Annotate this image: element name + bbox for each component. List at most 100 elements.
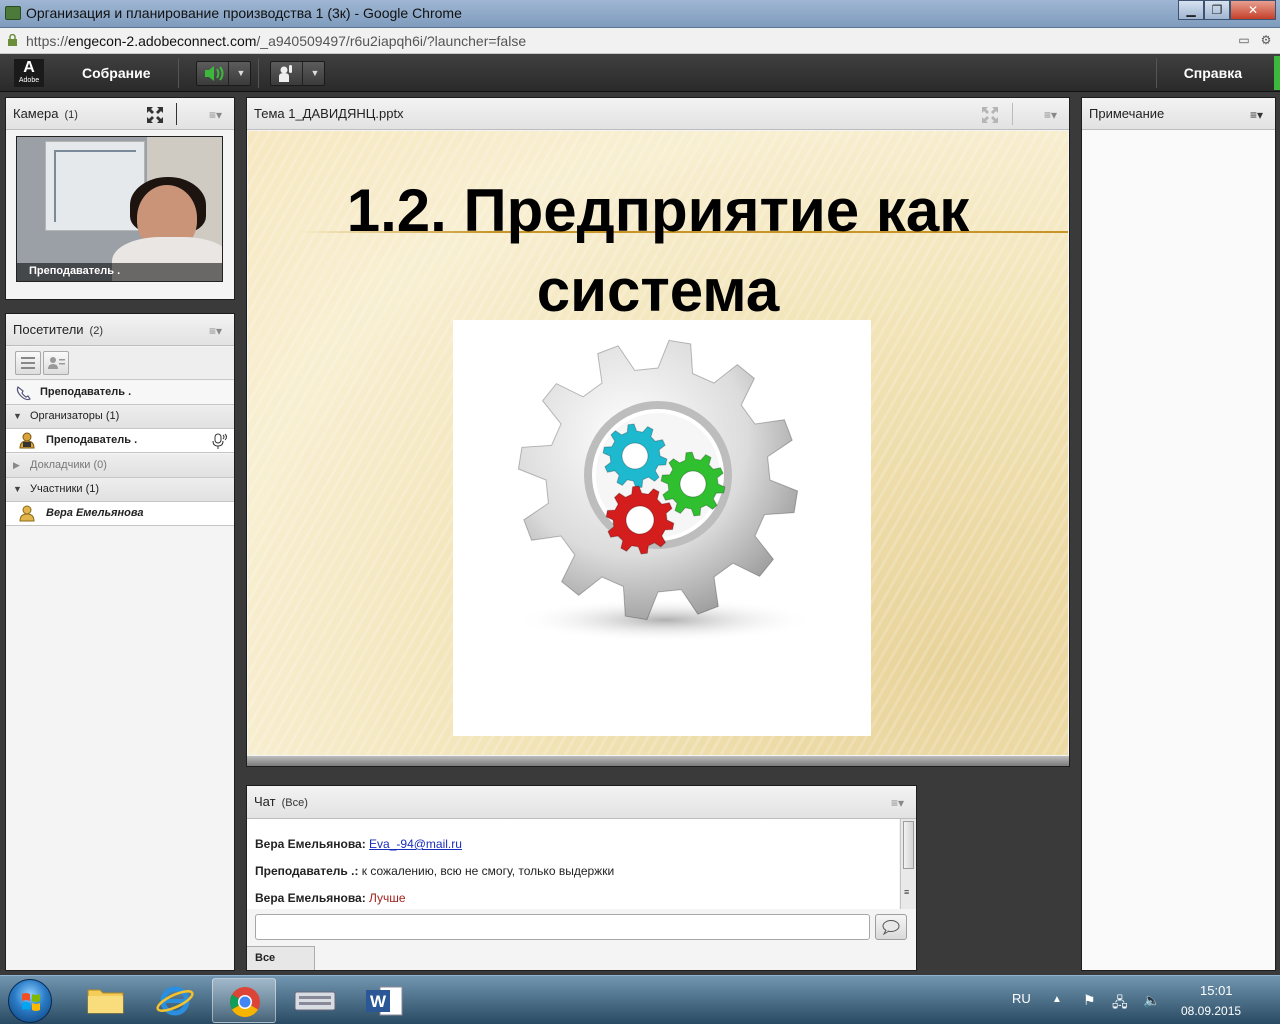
chat-send-button[interactable] xyxy=(875,914,907,940)
chat-text: к сожалению, всю не смогу, только выдерж… xyxy=(361,864,615,878)
speaker-icon xyxy=(205,66,224,81)
fullscreen-icon[interactable] xyxy=(146,106,164,124)
clock-time[interactable]: 15:01 xyxy=(1200,983,1233,998)
notes-pod: Примечание ≡▾ xyxy=(1081,97,1276,971)
attendees-toolbar xyxy=(6,347,234,380)
app-window-icon xyxy=(5,6,21,20)
speaker-main[interactable] xyxy=(197,62,229,85)
taskbar-word-button[interactable]: W xyxy=(352,978,416,1023)
taskbar-keyboard-button[interactable] xyxy=(283,978,347,1023)
presenters-group-label: Докладчики (0) xyxy=(30,459,107,471)
header-divider xyxy=(1012,103,1013,125)
chat-message: Вера Емельянова: Лучше xyxy=(255,891,406,905)
phone-attendee-name: Преподаватель . xyxy=(40,386,132,398)
chat-sender: Вера Емельянова: xyxy=(255,891,366,905)
chat-text: Лучше xyxy=(369,891,406,905)
show-hidden-icons-icon[interactable]: ▲ xyxy=(1052,994,1062,1005)
close-button[interactable]: ✕ xyxy=(1230,0,1276,20)
taskbar-ie-button[interactable] xyxy=(143,978,207,1023)
gears-icon xyxy=(515,339,815,642)
camera-pod: Камера (1) ≡▾ Преподаватель . xyxy=(5,97,235,300)
help-menu[interactable]: Справка xyxy=(1184,65,1242,81)
chat-email-link[interactable]: Eva_-94@mail.ru xyxy=(369,837,462,851)
adobe-logo: A Adobe xyxy=(14,59,44,87)
chat-tab-all[interactable]: Все xyxy=(247,946,315,970)
chat-sender: Вера Емельянова: xyxy=(255,837,366,851)
chat-pod-menu-icon[interactable]: ≡▾ xyxy=(891,796,904,810)
card-view-button[interactable] xyxy=(43,351,69,375)
speaker-dropdown-arrow[interactable]: ▼ xyxy=(232,62,250,85)
participant-user-row[interactable]: Вера Емельянова xyxy=(6,502,234,526)
meeting-menu[interactable]: Собрание xyxy=(82,65,151,81)
list-view-button[interactable] xyxy=(15,351,41,375)
raise-hand-icon xyxy=(279,65,292,82)
share-pod-title: Тема 1_ДАВИДЯНЦ.pptx xyxy=(254,106,404,121)
slide-title-line2: система xyxy=(536,257,780,324)
start-button[interactable] xyxy=(8,979,52,1023)
host-user-row[interactable]: Преподаватель . xyxy=(6,429,234,453)
adobe-logo-letter: A xyxy=(23,59,35,76)
presenters-group-row[interactable]: ▶ Докладчики (0) xyxy=(6,454,234,478)
hosts-group-row[interactable]: ▼ Организаторы (1) xyxy=(6,405,234,429)
attendees-pod-menu-icon[interactable]: ≡▾ xyxy=(209,324,222,338)
action-center-flag-icon[interactable]: ⚑ xyxy=(1083,992,1096,1009)
participant-user-icon xyxy=(19,505,35,522)
camera-pod-menu-icon[interactable]: ≡▾ xyxy=(209,108,222,122)
participants-group-row[interactable]: ▼ Участники (1) xyxy=(6,478,234,502)
menubar-divider xyxy=(258,58,259,88)
chat-message-log: Вера Емельянова: Eva_-94@mail.ru Препода… xyxy=(247,819,899,909)
notes-pod-header: Примечание ≡▾ xyxy=(1082,98,1275,130)
status-button[interactable]: ▼ xyxy=(270,61,325,86)
adobe-logo-text: Adobe xyxy=(18,77,40,84)
phone-icon xyxy=(16,386,31,401)
windows-taskbar: W RU ▲ ⚑ 🖧 🔈 15:01 08.09.2015 xyxy=(0,975,1280,1024)
chat-scrollbar[interactable]: ≡ xyxy=(900,819,916,909)
slide-bottom-bar xyxy=(247,756,1069,766)
expanded-triangle-icon: ▼ xyxy=(13,411,22,421)
language-indicator[interactable]: RU xyxy=(1012,991,1031,1006)
participants-group-label: Участники (1) xyxy=(30,483,100,495)
picture-in-picture-icon[interactable]: ▭ xyxy=(1236,33,1252,47)
status-main[interactable] xyxy=(271,62,303,85)
camera-pod-count: (1) xyxy=(64,109,78,121)
taskbar-explorer-button[interactable] xyxy=(74,978,138,1023)
speaker-button[interactable]: ▼ xyxy=(196,61,251,86)
chat-pod-title-text: Чат xyxy=(254,794,276,809)
chat-sender: Преподаватель .: xyxy=(255,864,359,878)
hosts-group-label: Организаторы (1) xyxy=(30,410,120,422)
attendees-pod: Посетители (2) ≡▾ Преподаватель . ▼ Орган… xyxy=(5,313,235,971)
camera-pod-header: Камера (1) ≡▾ xyxy=(6,98,234,130)
phone-attendee-row[interactable]: Преподаватель . xyxy=(6,381,234,405)
chat-tab-all-label: Все xyxy=(255,952,276,964)
clock-date[interactable]: 08.09.2015 xyxy=(1181,1004,1241,1018)
chat-scrollbar-thumb[interactable] xyxy=(903,821,914,869)
chat-pod-header: Чат (Все) ≡▾ xyxy=(247,786,916,819)
network-icon[interactable]: 🖧 xyxy=(1112,992,1128,1016)
slide-title: 1.2. Предприятие как система xyxy=(248,171,1068,331)
url-text[interactable]: https://engecon-2.adobeconnect.com/_a940… xyxy=(26,33,526,49)
speech-bubble-icon xyxy=(882,920,900,936)
url-scheme: https:// xyxy=(26,33,69,49)
url-host: engecon-2.adobeconnect.com xyxy=(68,33,257,49)
status-dropdown-arrow[interactable]: ▼ xyxy=(306,62,324,85)
attendees-pod-title-text: Посетители xyxy=(13,322,84,337)
presentation-slide: 1.2. Предприятие как система xyxy=(248,131,1068,755)
address-bar[interactable]: https://engecon-2.adobeconnect.com/_a940… xyxy=(0,28,1280,54)
participant-user-name: Вера Емельянова xyxy=(46,507,144,519)
url-path: /_a940509497/r6u2iapqh6i/?launcher=false xyxy=(256,33,527,49)
notes-pod-title: Примечание xyxy=(1089,106,1165,121)
attendees-pod-title: Посетители (2) xyxy=(13,322,103,337)
svg-text:W: W xyxy=(370,992,387,1011)
share-pod-header: Тема 1_ДАВИДЯНЦ.pptx ≡▾ xyxy=(247,98,1069,130)
taskbar-chrome-button[interactable] xyxy=(212,978,276,1023)
wrench-icon[interactable]: ⚙ xyxy=(1258,33,1274,47)
fullscreen-icon[interactable] xyxy=(981,106,999,124)
share-pod-menu-icon[interactable]: ≡▾ xyxy=(1044,108,1057,122)
header-divider xyxy=(176,103,177,125)
minimize-button[interactable]: ▁ xyxy=(1178,0,1204,20)
slide-title-line1: 1.2. Предприятие как xyxy=(346,177,970,244)
chat-input[interactable] xyxy=(255,914,870,940)
maximize-button[interactable]: ❐ xyxy=(1204,0,1230,20)
volume-icon[interactable]: 🔈 xyxy=(1143,992,1160,1009)
notes-pod-menu-icon[interactable]: ≡▾ xyxy=(1250,108,1263,122)
